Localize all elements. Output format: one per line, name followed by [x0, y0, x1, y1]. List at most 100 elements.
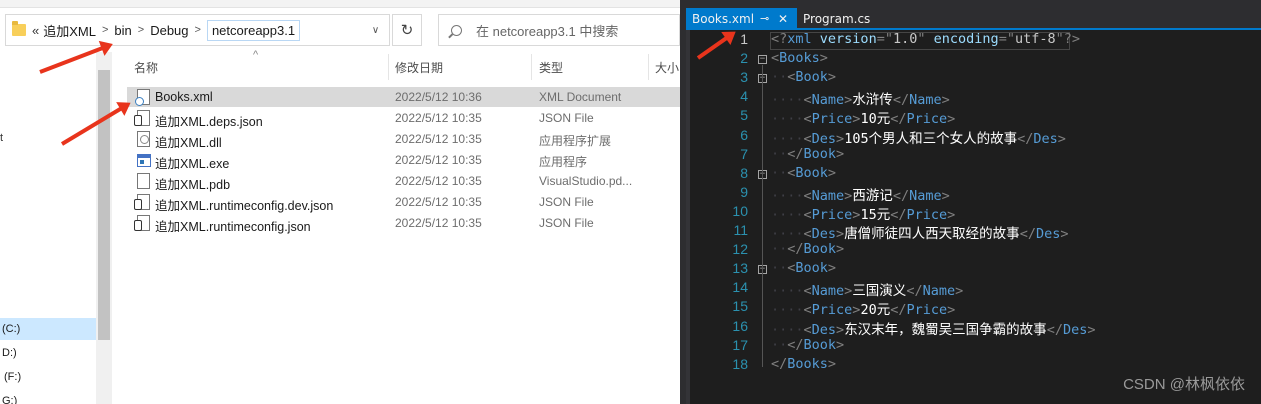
file-name: Books.xml: [155, 90, 213, 104]
file-row[interactable]: 追加XML.exe 2022/5/12 10:35 应用程序: [127, 150, 680, 171]
code-line[interactable]: <Books>: [771, 50, 828, 66]
chevron-right-icon[interactable]: >: [138, 24, 144, 36]
code-line[interactable]: ··</Book>: [771, 241, 844, 257]
file-type: JSON File: [539, 111, 594, 125]
code-line[interactable]: <?xml version="1.0" encoding="utf-8"?>: [771, 31, 1080, 47]
search-icon: [451, 24, 462, 36]
breadcrumb-item[interactable]: Debug: [150, 23, 188, 38]
code-line[interactable]: ··<Book>: [771, 260, 836, 276]
column-headers: ^ 名称 修改日期 类型 大小: [112, 49, 680, 80]
file-name: 追加XML.runtimeconfig.dev.json: [155, 199, 334, 213]
file-name: 追加XML.runtimeconfig.json: [155, 220, 311, 234]
chevron-right-icon[interactable]: >: [102, 24, 108, 36]
code-area[interactable]: 1 <?xml version="1.0" encoding="utf-8"?> 2…: [686, 30, 1261, 404]
line-number: 14: [732, 279, 748, 296]
file-date: 2022/5/12 10:35: [395, 111, 482, 125]
nav-item-drive-f[interactable]: (F:): [0, 366, 96, 388]
column-header-date[interactable]: 修改日期: [395, 59, 443, 76]
breadcrumb-item[interactable]: 追加XML: [43, 21, 96, 40]
tab-program-cs[interactable]: Program.cs: [797, 8, 876, 30]
line-number: 17: [732, 336, 748, 353]
search-input[interactable]: 在 netcoreapp3.1 中搜索: [438, 14, 680, 46]
breadcrumb-current[interactable]: netcoreapp3.1: [206, 19, 301, 41]
nav-item-partial[interactable]: t: [0, 132, 3, 144]
pin-icon[interactable]: ⊸: [760, 8, 769, 30]
file-name: 追加XML.deps.json: [155, 115, 263, 129]
sort-ascending-icon: ^: [253, 49, 259, 61]
breadcrumb-overflow[interactable]: «: [32, 23, 39, 38]
code-line[interactable]: ····<Name>三国演义</Name>: [771, 279, 963, 299]
line-number: 2: [740, 50, 748, 67]
dll-file-icon: [137, 131, 150, 147]
chevron-right-icon[interactable]: >: [195, 24, 201, 36]
file-name: 追加XML.pdb: [155, 178, 231, 192]
file-row[interactable]: 追加XML.runtimeconfig.dev.json 2022/5/12 10…: [127, 192, 680, 213]
code-line[interactable]: ··</Book>: [771, 146, 844, 162]
collapse-icon[interactable]: −: [758, 55, 767, 65]
file-date: 2022/5/12 10:35: [395, 216, 482, 230]
search-placeholder: 在 netcoreapp3.1 中搜索: [476, 23, 619, 39]
file-date: 2022/5/12 10:35: [395, 132, 482, 146]
line-number: 11: [733, 222, 748, 238]
xml-file-icon: [135, 89, 150, 106]
code-line[interactable]: ··<Book>: [771, 165, 836, 181]
fold-guide: [762, 179, 763, 253]
code-line[interactable]: ····<Des>105个男人和三个女人的故事</Des>: [771, 127, 1066, 147]
code-line[interactable]: ····<Price>20元</Price>: [771, 298, 955, 318]
line-number: 8: [740, 164, 748, 181]
address-bar[interactable]: « 追加XML > bin > Debug > netcoreapp3.1: [5, 14, 390, 46]
file-row[interactable]: 追加XML.runtimeconfig.json 2022/5/12 10:35 J…: [127, 213, 680, 234]
code-line[interactable]: ····<Des>东汉末年，魏蜀吴三国争霸的故事</Des>: [771, 318, 1095, 338]
nav-item-drive-g[interactable]: G:): [0, 390, 96, 404]
column-divider[interactable]: [388, 54, 389, 80]
code-line[interactable]: ····<Name>水浒传</Name>: [771, 88, 950, 108]
fold-guide: [762, 275, 763, 348]
nav-item-drive-c[interactable]: (C:): [0, 318, 96, 340]
nav-scrollbar-thumb[interactable]: [98, 70, 110, 340]
file-type: 应用程序: [539, 155, 588, 169]
code-line[interactable]: </Books>: [771, 356, 836, 372]
line-number: 3: [740, 69, 748, 86]
file-date: 2022/5/12 10:36: [395, 90, 482, 104]
json-file-icon: [134, 194, 150, 210]
line-number: 7: [740, 145, 748, 162]
column-divider[interactable]: [531, 54, 532, 80]
chevron-down-icon[interactable]: ∨: [362, 14, 390, 46]
column-header-type[interactable]: 类型: [539, 59, 563, 76]
json-file-icon: [134, 110, 150, 126]
tab-books-xml[interactable]: Books.xml ⊸ ✕: [686, 8, 797, 30]
file-row[interactable]: 追加XML.deps.json 2022/5/12 10:35 JSON File: [127, 108, 680, 129]
code-line[interactable]: ··</Book>: [771, 337, 844, 353]
editor-tab-bar: Books.xml ⊸ ✕ Program.cs: [686, 0, 1261, 30]
file-row[interactable]: 追加XML.pdb 2022/5/12 10:35 VisualStudio.pd.…: [127, 171, 680, 192]
refresh-icon[interactable]: ↻: [392, 14, 422, 46]
fold-guide: [762, 84, 763, 157]
nav-item-drive-d[interactable]: D:): [0, 342, 96, 364]
file-explorer-window: « 追加XML > bin > Debug > netcoreapp3.1 ∨ …: [0, 0, 680, 404]
pdb-file-icon: [137, 173, 150, 189]
file-row[interactable]: 追加XML.dll 2022/5/12 10:35 应用程序扩展: [127, 129, 680, 150]
line-number: 4: [740, 88, 748, 105]
code-line[interactable]: ····<Price>15元</Price>: [771, 203, 955, 223]
file-date: 2022/5/12 10:35: [395, 174, 482, 188]
line-number: 13: [732, 260, 748, 277]
column-divider[interactable]: [648, 54, 649, 80]
tab-label: Program.cs: [803, 12, 871, 26]
column-header-size[interactable]: 大小: [655, 59, 679, 76]
watermark: CSDN @林枫依依: [1123, 376, 1245, 393]
column-header-name[interactable]: 名称: [134, 59, 158, 76]
line-number: 18: [732, 355, 748, 372]
code-editor-window: Books.xml ⊸ ✕ Program.cs 1 <?xml version=…: [686, 0, 1261, 404]
code-line[interactable]: ··<Book>: [771, 69, 836, 85]
code-line[interactable]: ····<Des>唐僧师徒四人西天取经的故事</Des>: [771, 222, 1068, 242]
file-name: 追加XML.dll: [155, 136, 222, 150]
code-line[interactable]: ····<Name>西游记</Name>: [771, 184, 950, 204]
file-type: 应用程序扩展: [539, 134, 612, 148]
line-number: 9: [740, 183, 748, 200]
ribbon-strip: [0, 0, 680, 8]
file-type: XML Document: [539, 90, 622, 104]
file-row[interactable]: Books.xml 2022/5/12 10:36 XML Document: [127, 87, 680, 107]
breadcrumb-item[interactable]: bin: [114, 23, 131, 38]
close-icon[interactable]: ✕: [778, 8, 788, 30]
code-line[interactable]: ····<Price>10元</Price>: [771, 107, 955, 127]
